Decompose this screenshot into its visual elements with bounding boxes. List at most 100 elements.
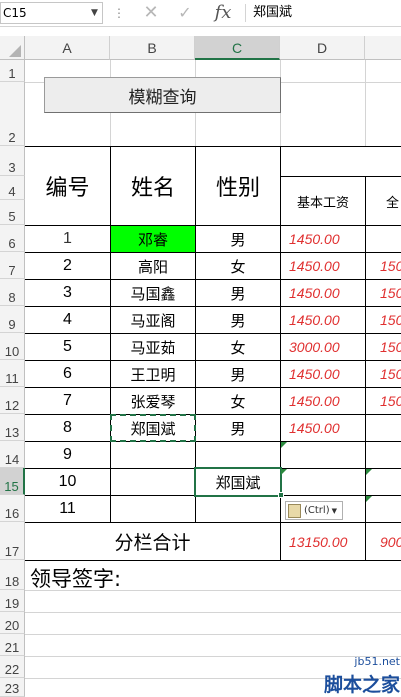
cancel-icon[interactable]: ✕ [138,2,164,24]
paste-options-button[interactable]: (Ctrl) ▼ [285,501,343,520]
row-header[interactable]: 9 [0,306,25,333]
row-header[interactable]: 16 [0,495,25,522]
row-header[interactable]: 11 [0,360,25,387]
watermark-brand: 脚本之家 [323,674,400,696]
cell-base-salary[interactable]: 1450.00 [281,361,365,387]
enter-icon[interactable]: ✓ [172,2,198,24]
active-cell-border [194,467,282,497]
cell-name[interactable]: 高阳 [111,253,195,279]
insert-function-icon[interactable]: fx [208,2,238,24]
cell-base-salary[interactable]: 1450.00 [281,280,365,306]
error-indicator-icon [366,496,372,502]
cell-base-salary[interactable]: 3000.00 [281,334,365,360]
signature-label: 领导签字: [30,567,122,591]
row-header[interactable]: 21 [0,634,25,656]
subtotal-label: 分栏合计 [114,532,191,554]
row-header[interactable]: 17 [0,522,25,560]
error-indicator-icon [281,442,287,448]
row-header[interactable]: 5 [0,200,25,225]
cell-next-column[interactable]: 150 [366,388,401,414]
error-indicator-icon [366,469,372,475]
cell-gender[interactable]: 男 [196,361,280,387]
column-header-c[interactable]: C [195,36,280,60]
subtotal-next-column[interactable]: 900 [366,523,401,560]
cell-name-highlighted[interactable]: 邓睿 [111,226,195,252]
row-header[interactable]: 8 [0,279,25,306]
cell-next-column[interactable]: 150 [366,334,401,360]
cell-next-column[interactable]: 150 [366,307,401,333]
row-header[interactable]: 18 [0,560,25,590]
row-header-selected[interactable]: 15 [0,468,25,495]
row-header[interactable]: 23 [0,678,25,697]
row-header[interactable]: 14 [0,441,25,468]
cell-next-column[interactable]: 150 [366,361,401,387]
clipboard-icon [288,503,301,518]
chevron-down-icon[interactable]: ▼ [87,2,102,24]
cell-name[interactable]: 王卫明 [111,361,195,387]
row-header[interactable]: 6 [0,225,25,252]
cell-gender[interactable]: 女 [196,253,280,279]
row-header[interactable]: 22 [0,656,25,678]
cell-gender[interactable]: 男 [196,280,280,306]
row-header[interactable]: 10 [0,333,25,360]
cell-base-salary[interactable]: 1450.00 [281,388,365,414]
header-gender: 性别 [215,176,260,201]
row-header[interactable]: 20 [0,612,25,634]
header-id: 编号 [45,176,90,201]
cell-gender[interactable]: 男 [196,307,280,333]
cell-id[interactable]: 3 [25,280,110,306]
cell-base-salary[interactable]: 1450.00 [281,415,365,441]
table-border [25,560,401,561]
cell-name[interactable]: 马国鑫 [111,280,195,306]
cell-id[interactable]: 8 [25,415,110,441]
cell-base-salary[interactable]: 1450.00 [281,307,365,333]
cell-id[interactable]: 4 [25,307,110,333]
row-header[interactable]: 19 [0,590,25,612]
gridline [25,612,401,613]
cell-name[interactable]: 马亚阁 [111,307,195,333]
row-header[interactable]: 3 [0,146,25,176]
cell-gender[interactable]: 男 [196,226,280,252]
chevron-down-icon: ▼ [331,506,337,515]
header-base-salary: 基本工资 [296,195,349,211]
row-header[interactable]: 4 [0,176,25,200]
fuzzy-search-button[interactable]: 模糊查询 [44,77,281,113]
cell-next-column[interactable]: 150 [366,280,401,306]
cell-next-column[interactable]: 150 [366,253,401,279]
cell-id[interactable]: 9 [25,442,110,468]
cell-base-salary[interactable]: 1450.00 [281,226,365,252]
gridline [365,60,366,146]
row-header[interactable]: 12 [0,387,25,414]
row-header[interactable]: 1 [0,60,25,82]
column-header-d[interactable]: D [280,36,365,60]
cell-gender[interactable]: 女 [196,334,280,360]
watermark-url: jb51.net [354,655,400,668]
cell-id[interactable]: 2 [25,253,110,279]
column-header-a[interactable]: A [25,36,110,60]
subtotal-base-salary[interactable]: 13150.00 [281,523,365,560]
cell-name[interactable]: 马亚茹 [111,334,195,360]
cell-id[interactable]: 6 [25,361,110,387]
cell-base-salary[interactable]: 1450.00 [281,253,365,279]
header-next-column: 全 [386,195,400,211]
cell-id[interactable]: 1 [25,226,110,252]
header-name: 姓名 [130,176,175,201]
row-header[interactable]: 7 [0,252,25,279]
select-all-icon [9,45,21,57]
cell-id[interactable]: 7 [25,388,110,414]
formula-input[interactable]: 郑国斌 [253,2,401,24]
cell-name[interactable]: 张爱琴 [111,388,195,414]
column-header-e[interactable] [365,36,401,60]
cell-id[interactable]: 11 [25,496,110,522]
row-header[interactable]: 13 [0,414,25,441]
cell-id[interactable]: 10 [25,469,110,495]
row-header[interactable]: 2 [0,82,25,146]
cell-id[interactable]: 5 [25,334,110,360]
fill-handle[interactable] [278,492,284,498]
more-icon[interactable]: ⋮ [113,2,125,24]
error-indicator-icon [281,469,287,475]
gridline [25,634,401,635]
cell-gender[interactable]: 女 [196,388,280,414]
cell-gender[interactable]: 男 [196,415,280,441]
column-header-b[interactable]: B [110,36,195,60]
